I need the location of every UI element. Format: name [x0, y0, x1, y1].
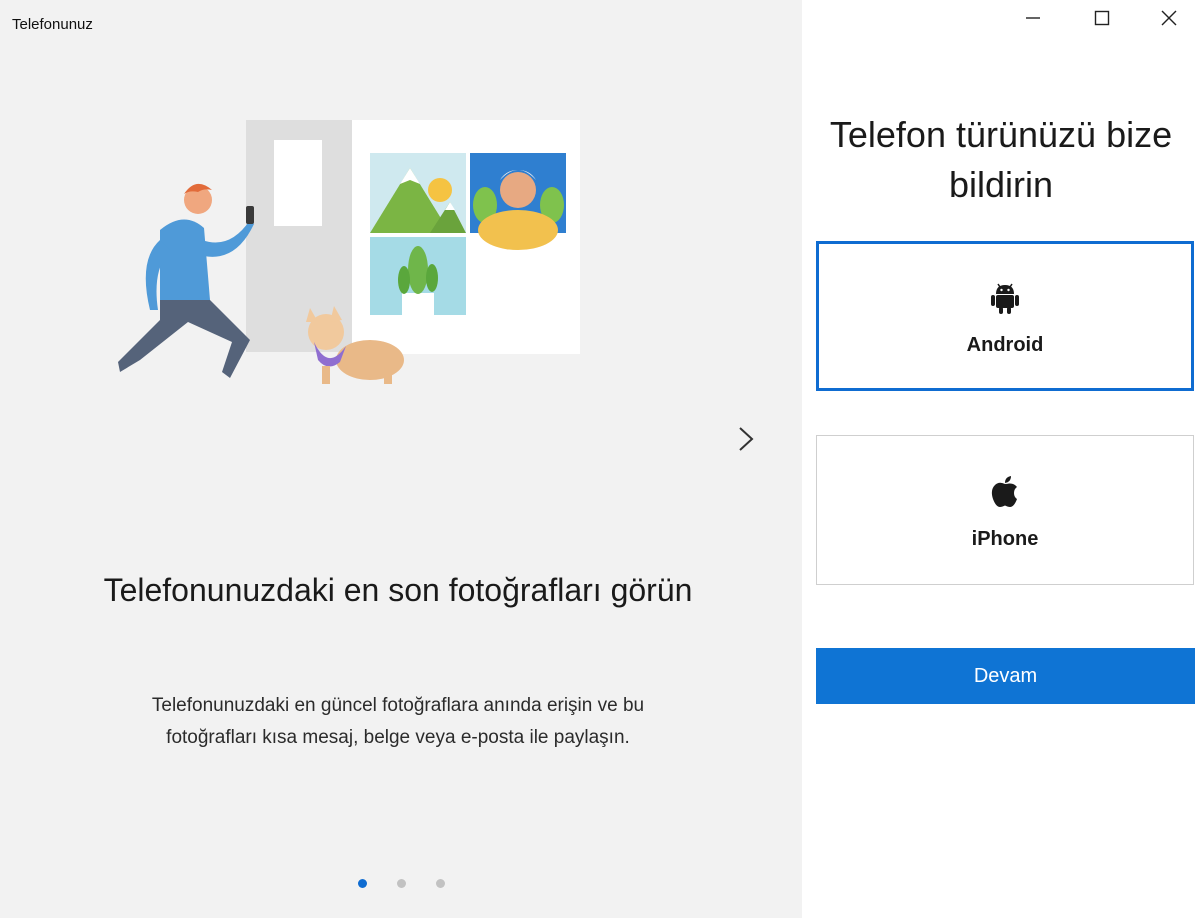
- carousel-pager: [0, 876, 802, 892]
- maximize-icon: [1094, 10, 1110, 26]
- close-icon: [1161, 10, 1176, 26]
- chevron-right-icon[interactable]: [730, 420, 760, 458]
- iphone-option[interactable]: iPhone: [816, 435, 1194, 585]
- pager-dot-1[interactable]: [357, 879, 367, 888]
- slide-description: Telefonunuzdaki en güncel fotoğraflara a…: [151, 695, 645, 748]
- continue-button[interactable]: Devam: [816, 648, 1195, 704]
- pager-dot-3[interactable]: [435, 879, 445, 888]
- iphone-option-label: iPhone: [971, 528, 1039, 550]
- phone-type-question: Telefon türünüzü bize bildirin: [829, 114, 1173, 205]
- onboarding-carousel-pane: Telefonunuz Telefonunuzdaki en son fotoğ…: [0, 0, 802, 918]
- android-option[interactable]: Android: [816, 241, 1194, 391]
- app-title: Telefonunuz: [12, 16, 93, 33]
- photos-illustration: [118, 120, 580, 384]
- android-option-label: Android: [966, 334, 1044, 356]
- pager-dot-2[interactable]: [396, 879, 406, 888]
- apple-icon: [991, 476, 1017, 507]
- maximize-button[interactable]: [1068, 0, 1136, 36]
- minimize-button[interactable]: [999, 0, 1067, 36]
- close-button[interactable]: [1137, 0, 1200, 36]
- minimize-icon: [1026, 17, 1040, 19]
- slide-title: Telefonunuzdaki en son fotoğrafları görü…: [103, 572, 693, 608]
- android-icon: [991, 283, 1019, 314]
